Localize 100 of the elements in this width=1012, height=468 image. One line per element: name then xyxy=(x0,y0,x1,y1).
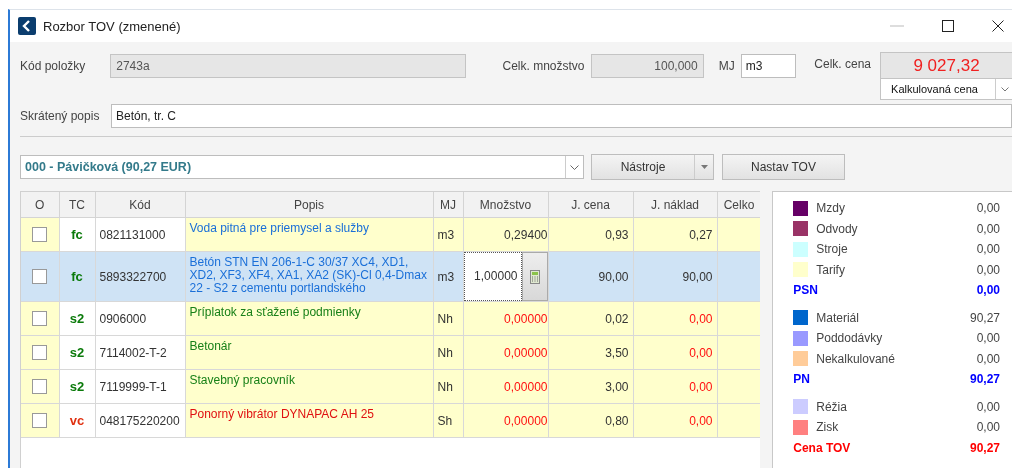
row-checkbox[interactable] xyxy=(32,269,48,285)
table-cell: Nh xyxy=(437,311,453,326)
type-code: s2 xyxy=(69,345,85,360)
total-value: 90,27 xyxy=(969,372,1000,387)
table-cell: 3,50 xyxy=(605,345,629,360)
field-label: Celk. cena xyxy=(814,56,872,73)
summary-value: 0,00 xyxy=(976,420,1000,435)
summary-value: 0,00 xyxy=(976,221,1000,236)
quantity-field: 100,000 xyxy=(590,54,704,78)
column-header[interactable]: TC xyxy=(59,192,95,218)
summary-label: Stroje xyxy=(816,242,849,257)
set-tov-button[interactable]: Nastav TOV xyxy=(722,154,845,180)
quantity-input[interactable]: 1,00000 xyxy=(463,252,522,301)
table-cell: Betonár xyxy=(189,339,232,353)
summary-label: Odvody xyxy=(816,221,859,236)
unit-field[interactable]: m3 xyxy=(740,54,797,78)
column-header[interactable]: J. cena xyxy=(548,192,633,218)
summary-value: 0,00 xyxy=(976,331,1000,346)
table-cell: 048175220200 xyxy=(99,413,180,428)
table-cell: 3,00 xyxy=(605,379,629,394)
table-cell: Sh xyxy=(437,413,453,428)
column-header[interactable]: Množstvo xyxy=(463,192,548,218)
column-header[interactable]: Kód xyxy=(95,192,185,218)
summary-value: 0,00 xyxy=(976,351,1000,366)
column-header[interactable]: Popis xyxy=(185,192,433,218)
table-cell: 0,00 xyxy=(689,379,713,394)
maximize-icon[interactable] xyxy=(942,20,954,32)
row-checkbox[interactable] xyxy=(32,227,48,243)
summary-value: 0,00 xyxy=(976,201,1000,216)
table-cell: 0,00 xyxy=(689,311,713,326)
caret-icon xyxy=(700,165,708,169)
summary-label: Nekalkulované xyxy=(816,351,896,366)
total-value: 0,00 xyxy=(976,283,1000,298)
code-field: 2743a xyxy=(110,54,466,78)
column-header[interactable]: O xyxy=(21,192,59,218)
short-description-field[interactable]: Betón, tr. C xyxy=(111,104,1012,128)
table-cell: Voda pitná pre priemysel a služby xyxy=(189,221,369,235)
window-title: Rozbor TOV (zmenené) xyxy=(43,18,181,34)
row-checkbox[interactable] xyxy=(32,379,48,395)
column-header[interactable]: J. náklad xyxy=(633,192,717,218)
table-cell: 0,00000 xyxy=(504,311,548,326)
table-cell: 0821131000 xyxy=(99,227,166,242)
table-cell: Príplatok za sťažené podmienky xyxy=(189,305,361,319)
type-code: s2 xyxy=(69,311,85,326)
field-label: MJ xyxy=(718,58,735,75)
summary-label: Réžia xyxy=(816,399,848,414)
table-cell: Ponorný vibrátor DYNAPAC AH 25 xyxy=(189,407,375,421)
column-header[interactable]: Celko xyxy=(717,192,761,218)
summary-label: Materiál xyxy=(816,310,860,325)
table-cell: 0,00 xyxy=(689,345,713,360)
total-value: 90,27 xyxy=(969,440,1000,455)
summary-value: 0,00 xyxy=(976,242,1000,257)
field-label: Celk. množstvo xyxy=(502,58,585,75)
row-checkbox[interactable] xyxy=(32,311,48,327)
table-cell: 0906000 xyxy=(99,311,147,326)
table-cell: 90,00 xyxy=(682,269,713,284)
summary-value: 0,00 xyxy=(976,399,1000,414)
table-cell: m3 xyxy=(437,269,455,284)
field-label: Skrátený popis xyxy=(20,108,101,125)
price-type-dropdown[interactable]: Kalkulovaná cena xyxy=(881,78,1012,99)
total-label: Cena TOV xyxy=(793,440,852,455)
back-icon[interactable] xyxy=(18,17,36,35)
table-cell: 90,00 xyxy=(598,269,629,284)
column-header[interactable]: MJ xyxy=(433,192,463,218)
type-code: vc xyxy=(69,413,85,428)
table-cell: 0,29400 xyxy=(504,227,548,242)
table-cell: 7119999-T-1 xyxy=(99,379,167,394)
summary-value: 90,27 xyxy=(969,310,1000,325)
variant-dropdown[interactable]: 000 - Pávičková (90,27 EUR) xyxy=(20,155,584,179)
tools-button[interactable]: Nástroje xyxy=(591,154,714,180)
total-label: PN xyxy=(793,372,811,387)
summary-label: Tarify xyxy=(816,262,846,277)
table-cell: 0,27 xyxy=(689,227,713,242)
chevron-icon xyxy=(1001,86,1009,92)
summary-label: Poddodávky xyxy=(816,331,884,346)
table-cell: 0,00000 xyxy=(504,345,548,360)
calculator-icon xyxy=(529,269,540,284)
type-code: s2 xyxy=(69,379,85,394)
row-checkbox[interactable] xyxy=(32,413,48,429)
total-label: PSN xyxy=(793,283,819,298)
table-cell: 0,00 xyxy=(689,413,713,428)
summary-label: Zisk xyxy=(816,420,840,435)
table-cell: Nh xyxy=(437,379,453,394)
summary-label: Mzdy xyxy=(816,201,846,216)
table-cell: Betón STN EN 206-1-C 30/37 XC4, XD1, XD2, XF3, XF4, XA1, XA2 (SK)-Cl 0,4-Dmax 22 - S2 z cementu portlandského xyxy=(189,255,427,295)
table-cell: 0,93 xyxy=(605,227,629,242)
summary-value: 0,00 xyxy=(976,262,1000,277)
field-label: Kód položky xyxy=(20,58,87,75)
table-cell: 0,80 xyxy=(605,413,629,428)
row-checkbox[interactable] xyxy=(32,345,48,361)
table-cell: Stavebný pracovník xyxy=(189,373,295,387)
table-cell: 0,02 xyxy=(605,311,629,326)
close-icon[interactable] xyxy=(992,20,1004,32)
total-price: 9 027,32 xyxy=(912,55,981,77)
table-cell: m3 xyxy=(437,227,455,242)
type-code: fc xyxy=(71,269,83,284)
table-cell: 5893322700 xyxy=(99,269,167,284)
type-code: fc xyxy=(71,227,83,242)
calculator-button[interactable] xyxy=(521,252,548,301)
table-cell: 7114002-T-2 xyxy=(99,345,167,360)
